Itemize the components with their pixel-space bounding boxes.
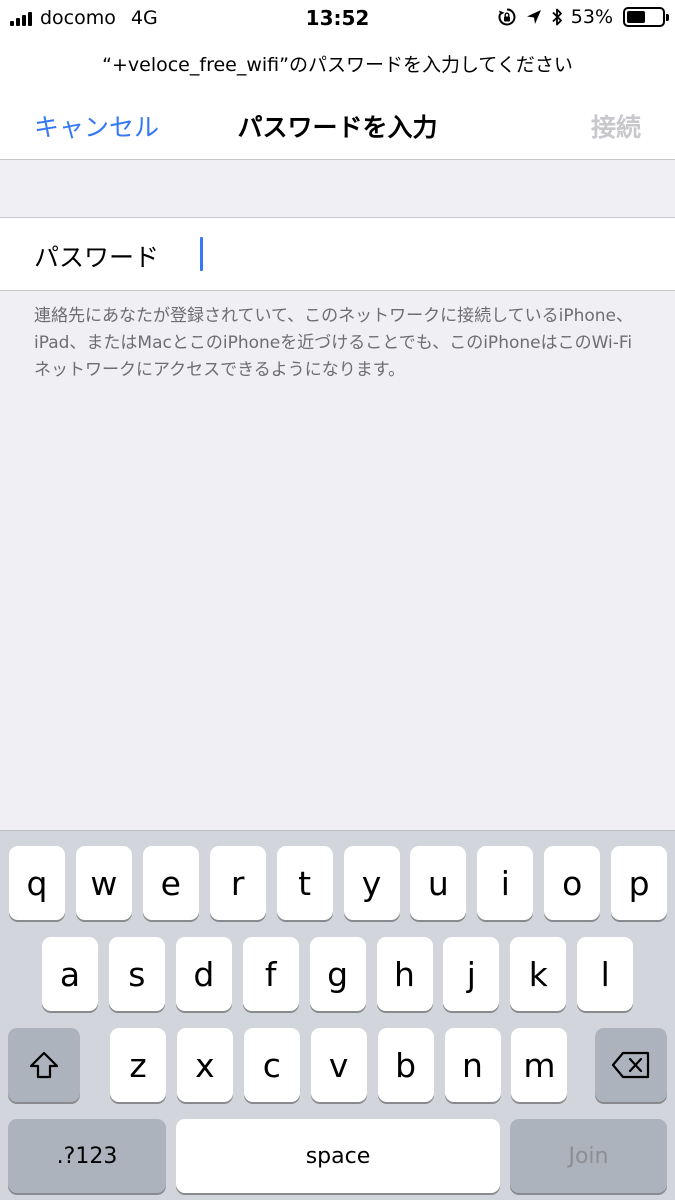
key-y[interactable]: y [343,846,400,920]
orientation-lock-icon [498,8,516,26]
key-k[interactable]: k [510,937,567,1011]
network-prompt: “+veloce_free_wifi”のパスワードを入力してください [102,54,573,76]
key-f[interactable]: f [242,937,299,1011]
delete-key[interactable] [595,1028,667,1102]
delete-icon [611,1051,650,1079]
key-r[interactable]: r [209,846,266,920]
key-x[interactable]: x [176,1028,233,1102]
key-z[interactable]: z [110,1028,166,1102]
status-bar-right: 53% [497,6,669,28]
password-cell: パスワード [0,217,675,291]
bluetooth-icon [552,8,562,26]
nearby-device-note: 連絡先にあなたが登録されていて、このネットワークに接続しているiPhone、iP… [34,306,634,380]
space-key[interactable]: space [176,1119,500,1193]
key-c[interactable]: c [243,1028,300,1102]
password-label: パスワード [34,243,160,272]
key-j[interactable]: j [443,937,500,1011]
numbers-key[interactable]: .?123 [8,1119,166,1193]
battery-icon [623,7,669,27]
join-key[interactable]: Join [510,1119,667,1193]
key-u[interactable]: u [410,846,467,920]
status-bar: docomo 4G 13:52 53% [0,0,675,36]
key-d[interactable]: d [175,937,232,1011]
battery-percent: 53% [570,6,613,28]
key-g[interactable]: g [309,937,366,1011]
key-q[interactable]: q [9,846,65,920]
battery-level [627,11,646,23]
cancel-button[interactable]: キャンセル [34,108,159,144]
location-arrow-icon [526,10,541,24]
key-l[interactable]: l [577,937,634,1011]
key-b[interactable]: b [377,1028,434,1102]
key-v[interactable]: v [310,1028,367,1102]
navigation-header: “+veloce_free_wifi”のパスワードを入力してください キャンセル… [0,36,675,160]
shift-key[interactable] [8,1028,80,1102]
key-p[interactable]: p [611,846,668,920]
key-e[interactable]: e [142,846,199,920]
key-m[interactable]: m [511,1028,568,1102]
key-w[interactable]: w [75,846,132,920]
key-s[interactable]: s [108,937,165,1011]
key-a[interactable]: a [42,937,98,1011]
wifi-password-screen: docomo 4G 13:52 53% “+veloce_free_wifi”の… [0,0,675,1200]
keyboard: qwertyuiop asdfghjkl zxcvbnm .?123 space… [0,830,675,1200]
key-i[interactable]: i [477,846,534,920]
password-input[interactable] [196,232,636,278]
key-n[interactable]: n [444,1028,501,1102]
key-h[interactable]: h [376,937,433,1011]
join-button[interactable]: 接続 [591,108,641,144]
key-o[interactable]: o [544,846,601,920]
key-t[interactable]: t [276,846,333,920]
shift-icon [29,1051,59,1079]
text-cursor [200,237,203,271]
